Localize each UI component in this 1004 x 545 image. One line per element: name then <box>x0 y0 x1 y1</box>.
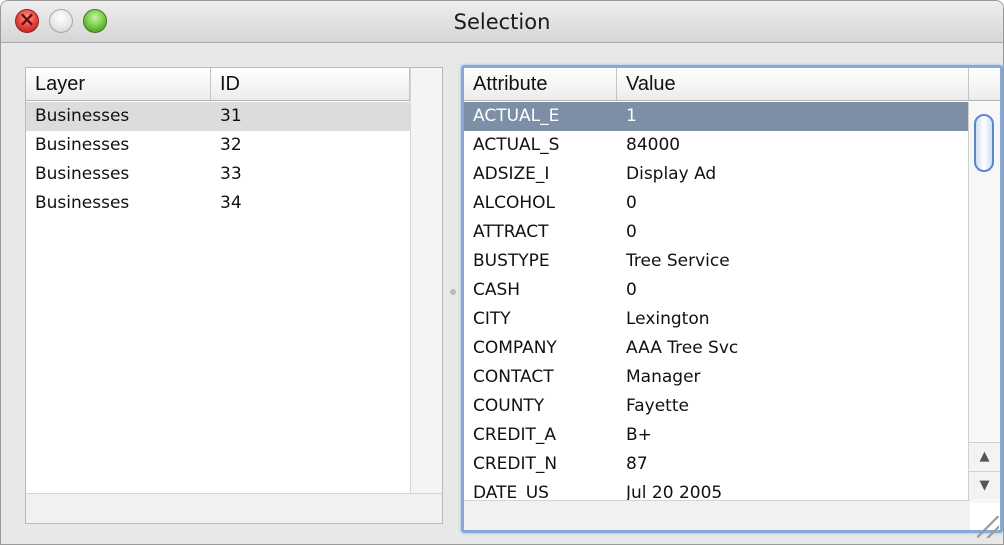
table-cell: ADSIZE_I <box>473 164 550 184</box>
table-cell: 87 <box>626 454 648 474</box>
table-cell: 33 <box>220 164 242 184</box>
table-cell: Businesses <box>35 135 130 155</box>
table-row[interactable]: Businesses 33 <box>26 160 410 189</box>
table-row[interactable]: ALCOHOL 0 <box>464 189 970 218</box>
attribute-table-rows: ACTUAL_E 1 ACTUAL_S 84000 ADSIZE_I Display Ad… <box>464 102 970 508</box>
table-cell: BUSTYPE <box>473 251 550 271</box>
layer-table-rows: Businesses 31 Businesses 32 Businesses 33 Busi… <box>26 102 410 218</box>
table-row[interactable]: CASH 0 <box>464 276 970 305</box>
table-cell: Lexington <box>626 309 710 329</box>
table-row[interactable]: CITY Lexington <box>464 305 970 334</box>
horizontal-scrollbar[interactable] <box>464 500 970 530</box>
scrollbar-thumb[interactable] <box>974 114 994 172</box>
table-cell: ALCOHOL <box>473 193 555 213</box>
table-cell: 0 <box>626 222 637 242</box>
column-header-attribute[interactable]: Attribute <box>464 68 617 100</box>
table-cell: Fayette <box>626 396 689 416</box>
table-cell: 31 <box>220 106 242 126</box>
table-row[interactable]: CONTACT Manager <box>464 363 970 392</box>
vertical-scrollbar[interactable]: ▲ ▼ <box>968 102 1000 503</box>
table-row[interactable]: ACTUAL_S 84000 <box>464 131 970 160</box>
table-row[interactable]: ATTRACT 0 <box>464 218 970 247</box>
table-cell: B+ <box>626 425 652 445</box>
table-cell: Manager <box>626 367 701 387</box>
table-cell: 0 <box>626 193 637 213</box>
table-row[interactable]: ADSIZE_I Display Ad <box>464 160 970 189</box>
table-cell: CONTACT <box>473 367 554 387</box>
column-header-value[interactable]: Value <box>617 68 970 100</box>
table-cell: ACTUAL_E <box>473 106 560 126</box>
table-cell: 0 <box>626 280 637 300</box>
resize-grip-icon[interactable] <box>977 516 999 538</box>
table-cell: CREDIT_N <box>473 454 558 474</box>
table-cell: COUNTY <box>473 396 545 416</box>
table-row[interactable]: BUSTYPE Tree Service <box>464 247 970 276</box>
table-cell: 1 <box>626 106 637 126</box>
table-cell: ATTRACT <box>473 222 549 242</box>
layer-table-header: Layer ID <box>26 68 410 101</box>
split-view-divider-handle[interactable] <box>450 289 456 295</box>
table-cell: CREDIT_A <box>473 425 557 445</box>
table-cell: Businesses <box>35 193 130 213</box>
table-cell: 34 <box>220 193 242 213</box>
chevron-down-icon[interactable]: ▼ <box>969 471 1000 499</box>
table-cell: ACTUAL_S <box>473 135 560 155</box>
column-header-layer[interactable]: Layer <box>26 68 211 100</box>
table-cell: Tree Service <box>626 251 730 271</box>
column-header-id[interactable]: ID <box>211 68 410 100</box>
table-cell: CASH <box>473 280 521 300</box>
table-row[interactable]: CREDIT_A B+ <box>464 421 970 450</box>
table-cell: Display Ad <box>626 164 717 184</box>
horizontal-scrollbar[interactable] <box>26 493 442 523</box>
table-row[interactable]: Businesses 31 <box>26 102 410 131</box>
table-row[interactable]: Businesses 32 <box>26 131 410 160</box>
table-cell: AAA Tree Svc <box>626 338 739 358</box>
table-row[interactable]: COMPANY AAA Tree Svc <box>464 334 970 363</box>
chevron-up-icon[interactable]: ▲ <box>969 442 1000 470</box>
table-row[interactable]: Businesses 34 <box>26 189 410 218</box>
attribute-table-header: Attribute Value <box>464 68 970 101</box>
vertical-scrollbar[interactable] <box>410 68 442 523</box>
table-cell: Businesses <box>35 106 130 126</box>
title-bar[interactable]: Selection <box>1 1 1003 43</box>
selection-window: Selection Layer ID Businesses31Businesse… <box>0 0 1004 545</box>
table-cell: CITY <box>473 309 511 329</box>
table-row[interactable]: CREDIT_N 87 <box>464 450 970 479</box>
table-row[interactable]: COUNTY Fayette <box>464 392 970 421</box>
layer-table[interactable]: Layer ID Businesses 31 Businesses 32 Busines… <box>25 67 443 524</box>
attribute-table[interactable]: Attribute Value ACTUAL_E 1 ACTUAL_S 84000 AD… <box>461 65 1003 533</box>
table-cell: COMPANY <box>473 338 557 358</box>
table-cell: 32 <box>220 135 242 155</box>
table-cell: Businesses <box>35 164 130 184</box>
table-cell: 84000 <box>626 135 681 155</box>
window-title: Selection <box>453 10 551 34</box>
table-row[interactable]: ACTUAL_E 1 <box>464 102 970 131</box>
header-corner <box>968 68 1000 101</box>
